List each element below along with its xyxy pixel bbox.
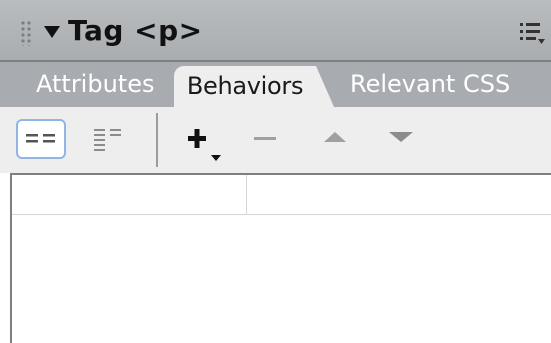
tag-inspector-panel: Tag <p> Attributes Behaviors Relevant CS…	[0, 0, 551, 343]
collapse-arrow-icon[interactable]	[44, 26, 60, 38]
show-all-events-button[interactable]	[82, 119, 132, 159]
panel-options-menu-icon[interactable]	[518, 20, 546, 46]
move-up-button[interactable]	[318, 125, 352, 149]
show-set-events-icon	[26, 134, 55, 143]
tab-relevant-css[interactable]: Relevant CSS	[350, 62, 510, 107]
toolbar-divider	[156, 113, 158, 167]
column-separator[interactable]	[246, 175, 247, 215]
tab-behaviors[interactable]: Behaviors	[174, 66, 316, 107]
tab-attributes[interactable]: Attributes	[36, 62, 154, 107]
behaviors-toolbar	[0, 107, 551, 173]
show-all-events-icon	[94, 129, 121, 151]
show-set-events-button[interactable]	[16, 119, 66, 159]
move-up-triangle-icon	[324, 132, 346, 142]
move-down-triangle-icon	[389, 132, 413, 142]
remove-behavior-minus-icon	[254, 137, 276, 140]
behaviors-list[interactable]	[10, 173, 551, 343]
tab-strip: Attributes Behaviors Relevant CSS	[0, 62, 551, 107]
add-behavior-button[interactable]	[184, 125, 228, 165]
move-down-button[interactable]	[384, 125, 418, 149]
drag-grip-icon[interactable]	[20, 20, 32, 46]
panel-title: Tag <p>	[68, 14, 203, 47]
add-behavior-plus-icon	[188, 129, 221, 161]
remove-behavior-button[interactable]	[250, 127, 280, 151]
panel-header[interactable]: Tag <p>	[0, 0, 551, 62]
list-header-row	[12, 175, 551, 215]
active-tab-notch	[316, 66, 334, 107]
